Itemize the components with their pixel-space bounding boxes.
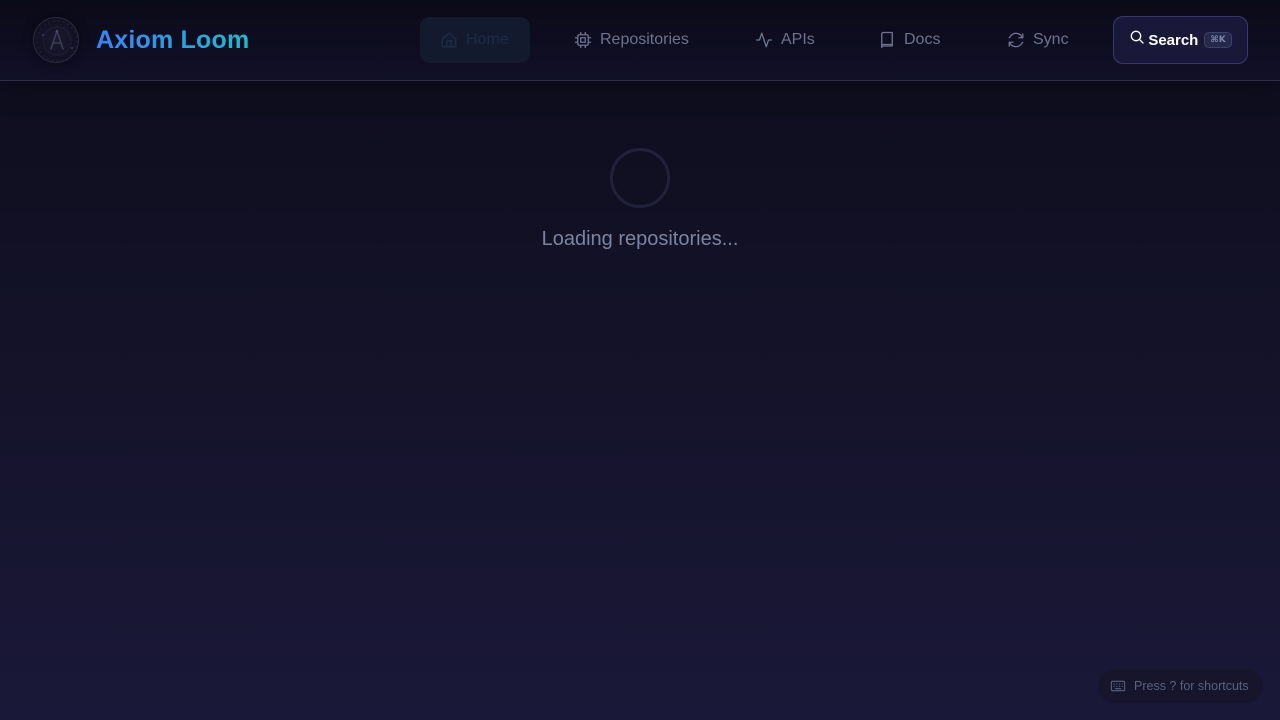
axiom-loom-logo-icon bbox=[36, 20, 78, 62]
nav-item-label: Sync bbox=[1033, 31, 1069, 48]
book-icon bbox=[881, 31, 893, 49]
search-icon bbox=[1130, 30, 1144, 44]
brand-title[interactable]: Axiom Loom bbox=[96, 25, 249, 55]
top-navigation-bar: Axiom Loom Home Repositories APIs Docs S… bbox=[0, 0, 1280, 81]
shortcut-hint-text: Press ? for shortcuts bbox=[1134, 679, 1249, 693]
nav-item-label: Repositories bbox=[600, 31, 689, 48]
keyboard-shortcuts-hint[interactable]: Press ? for shortcuts bbox=[1098, 669, 1263, 703]
nav-item-label: APIs bbox=[781, 31, 815, 48]
nav-item-apis[interactable]: APIs bbox=[737, 17, 833, 63]
nav-item-home[interactable]: Home bbox=[420, 17, 530, 63]
search-button-label: Search bbox=[1148, 31, 1199, 49]
activity-pulse-icon bbox=[755, 32, 773, 48]
nav-item-sync[interactable]: Sync bbox=[989, 17, 1087, 63]
app-logo[interactable] bbox=[33, 17, 79, 63]
loading-spinner bbox=[610, 148, 670, 208]
search-button[interactable]: Search ⌘K bbox=[1113, 16, 1248, 64]
nav-item-label: Home bbox=[466, 31, 509, 48]
loading-message: Loading repositories... bbox=[541, 228, 739, 250]
keyboard-icon bbox=[1110, 680, 1126, 692]
nav-item-label: Docs bbox=[904, 31, 941, 48]
home-icon bbox=[441, 32, 457, 48]
refresh-icon bbox=[1008, 32, 1024, 48]
cpu-chip-icon bbox=[574, 31, 592, 49]
search-shortcut-badge: ⌘K bbox=[1204, 32, 1232, 48]
nav-item-docs[interactable]: Docs bbox=[860, 17, 958, 63]
nav-item-repositories[interactable]: Repositories bbox=[556, 17, 707, 63]
